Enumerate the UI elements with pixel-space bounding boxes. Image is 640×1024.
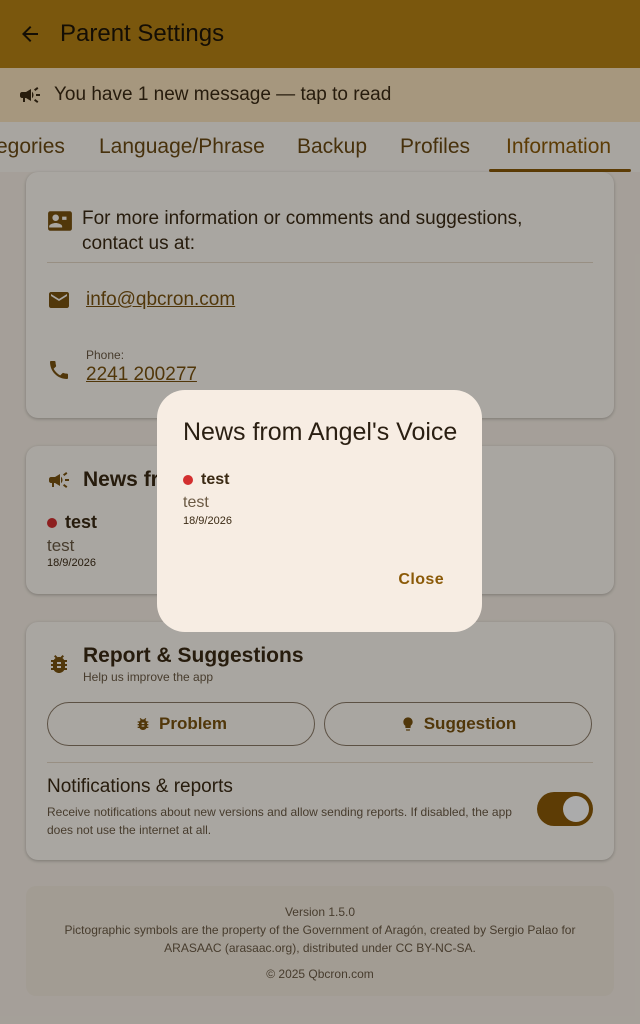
dialog-item-date: 18/9/2026 xyxy=(183,515,232,527)
dialog-item-body: test xyxy=(183,494,209,511)
dialog-item-title: test xyxy=(201,471,230,488)
news-dialog: News from Angel's Voice test test 18/9/2… xyxy=(157,390,482,632)
close-button[interactable]: Close xyxy=(398,571,444,589)
unread-dot xyxy=(183,475,193,485)
dialog-title: News from Angel's Voice xyxy=(183,418,458,446)
dialog-item-header: test xyxy=(183,471,229,489)
